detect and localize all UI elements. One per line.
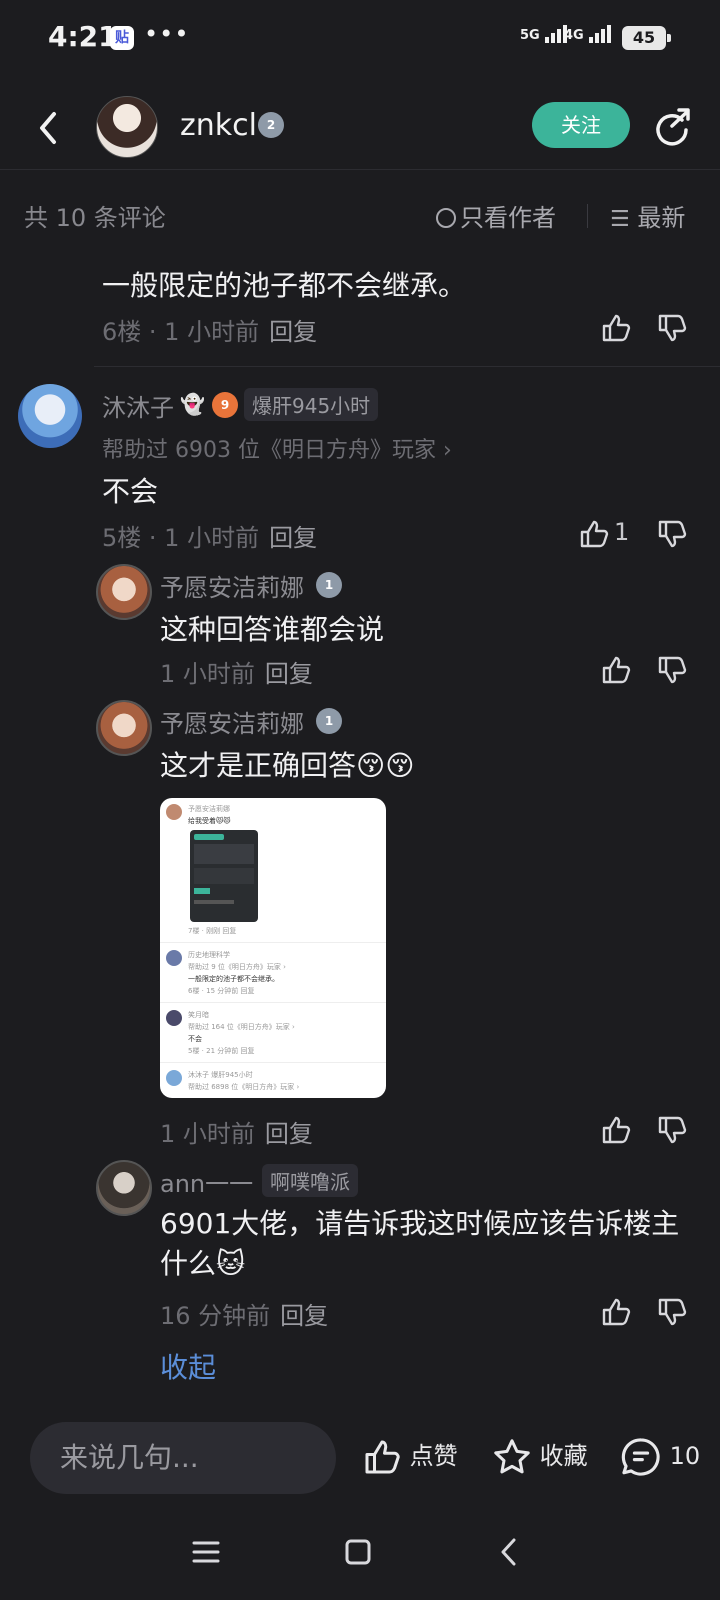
reply-text: 这才是正确回答😚😚 [160,749,415,782]
thumbs-up-icon[interactable] [600,1296,632,1328]
reply-text: 6901大佬，请告诉我这时候应该告诉楼主什么🐱 [160,1207,680,1280]
thumbs-up-icon [365,1440,400,1474]
comment-bubble-icon [621,1438,660,1476]
thumbs-down-icon[interactable] [656,312,688,344]
bottom-action-bar: 来说几句... 点赞 收藏 10 [0,1422,720,1494]
commenter-name[interactable]: ann一一 [160,1164,253,1199]
comment-filter-bar: 共 10 条评论 只看作者 ☰ 最新 [0,196,720,236]
star-icon [494,1439,530,1474]
like-count: 1 [614,518,630,546]
comments-button[interactable]: 10 [620,1436,700,1478]
collapse-replies-link[interactable]: 收起 [160,1346,216,1386]
helped-players-link[interactable]: 帮助过 6903 位《明日方舟》玩家 › [102,432,452,464]
commenter-name[interactable]: 沐沐子 [102,388,174,423]
thumbs-up-icon[interactable] [600,654,632,686]
reply-button[interactable]: 回复 [269,524,317,552]
only-author-toggle[interactable]: 只看作者 [436,198,556,233]
level-badge-icon: 1 [316,572,342,598]
level-badge-icon: 1 [316,708,342,734]
more-notifications-icon: ••• [144,20,190,48]
home-icon[interactable] [342,1536,374,1568]
post-header: znkcl 2 关注 [0,90,720,170]
reply-meta: 1 小时前 回复 [160,1120,313,1148]
back-arrow-icon[interactable] [34,108,64,148]
status-time: 4:21 [48,20,118,53]
reply-button[interactable]: 回复 [280,1302,328,1330]
reply-meta: 1 小时前 回复 [160,660,313,688]
thumbs-down-icon[interactable] [656,1296,688,1328]
tieba-app-icon: 贴 [110,26,134,50]
signal-4g-icon: 4G [564,24,613,43]
sort-icon: ☰ [610,207,630,232]
reply-text: 这种回答谁都会说 [160,613,385,646]
author-username[interactable]: znkcl [180,108,257,143]
thumbs-up-icon[interactable] [578,518,610,550]
signal-5g-icon: 5G [520,24,569,43]
comment-text: 一般限定的池子都不会继承。 [102,269,467,302]
user-avatar[interactable] [96,1160,152,1216]
comment-meta: 6楼 · 1 小时前 回复 [102,318,318,346]
character-emoji-icon: 👻 [180,392,205,416]
thumbs-up-icon[interactable] [600,312,632,344]
reply-button[interactable]: 回复 [265,660,313,688]
sort-latest-button[interactable]: ☰ 最新 [610,198,685,233]
level-badge-icon: 2 [258,112,284,138]
comment-text: 不会 [102,475,159,508]
menu-icon[interactable] [190,1536,222,1568]
share-icon[interactable] [652,106,692,146]
embedded-screenshot-image[interactable]: 予愿安洁莉娜 给我受着😾😾 7楼 · 刚刚 回复 历史地理科学 帮助过 9 位《… [160,798,386,1098]
status-bar: 4:21 贴 ••• 5G 4G 45 [0,0,720,80]
thumbs-up-icon[interactable] [600,1114,632,1146]
commenter-name[interactable]: 予愿安洁莉娜 [160,704,304,739]
thumbs-down-icon[interactable] [656,1114,688,1146]
reply-meta: 16 分钟前 回复 [160,1302,329,1330]
level-badge-icon: 9 [212,392,238,418]
playtime-badge: 爆肝945小时 [244,388,379,421]
user-badge: 啊噗噜派 [262,1164,358,1197]
commenter-name[interactable]: 予愿安洁莉娜 [160,568,304,603]
like-post-button[interactable]: 点赞 [362,1436,458,1477]
system-nav-bar [0,1532,720,1572]
reply-button[interactable]: 回复 [265,1120,313,1148]
comment-input[interactable]: 来说几句... [30,1422,336,1494]
radio-circle-icon [436,208,456,228]
user-avatar[interactable] [18,384,82,448]
favorite-button[interactable]: 收藏 [492,1436,588,1477]
comment-meta: 5楼 · 1 小时前 回复 [102,524,318,552]
battery-icon: 45 [622,26,671,50]
comment-divider [94,366,720,367]
author-avatar[interactable] [96,96,158,158]
follow-button[interactable]: 关注 [532,102,630,148]
divider [587,204,588,228]
back-icon[interactable] [494,1536,526,1568]
reply-button[interactable]: 回复 [269,318,317,346]
thumbs-down-icon[interactable] [656,654,688,686]
comment-count: 共 10 条评论 [24,204,166,232]
user-avatar[interactable] [96,564,152,620]
thumbs-down-icon[interactable] [656,518,688,550]
user-avatar[interactable] [96,700,152,756]
